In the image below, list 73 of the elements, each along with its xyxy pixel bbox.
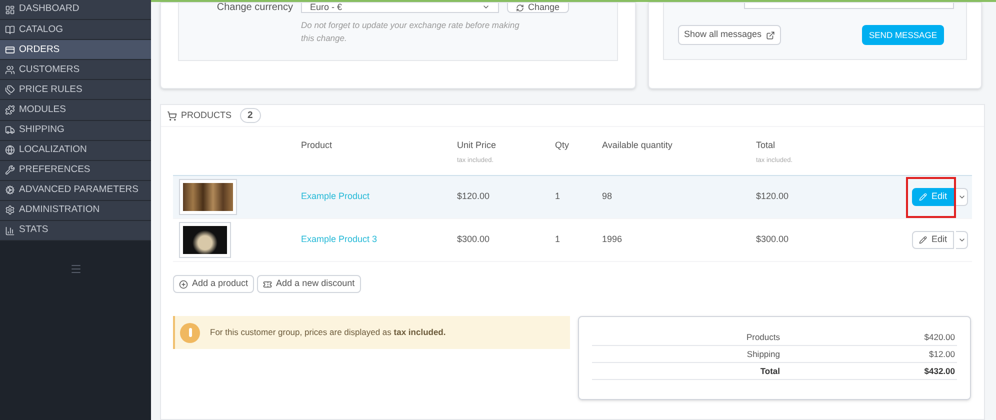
table-cell: $300.00 [756, 234, 789, 244]
column-header: Unit Price [457, 139, 496, 152]
table-cell: 1 [555, 234, 560, 244]
panel-title: PRODUCTS [181, 108, 232, 122]
table-cell: 1 [555, 191, 560, 202]
total-label: Products [745, 330, 780, 344]
total-label: Total [759, 364, 780, 378]
sidebar-item[interactable]: SHIPPING [0, 120, 151, 141]
pencil-icon [919, 193, 928, 201]
total-value: $432.00 [923, 364, 955, 378]
table-cell: $300.00 [457, 234, 490, 244]
hint-text: Do not forget to update your exchange rate before making this change. [301, 19, 520, 45]
message-field[interactable] [744, 3, 954, 9]
change-button[interactable]: Change [507, 3, 569, 13]
cog-icon [5, 185, 15, 196]
sidebar-item[interactable]: ORDERS [0, 40, 151, 60]
notice-text: For this customer group, prices are displayed as tax included. [210, 326, 446, 339]
column-header: Available quantity [602, 139, 672, 152]
ticket-icon [263, 280, 272, 288]
field-label: Change currency [216, 3, 293, 13]
pencil-icon [919, 236, 928, 244]
product-row[interactable]: Example Product $120.00 1 98 $120.00 Edit [173, 175, 972, 218]
puzzle-icon [5, 105, 15, 116]
sidebar-item[interactable]: CATALOG [0, 20, 151, 40]
settings-icon [5, 205, 15, 216]
truck-icon [5, 125, 15, 136]
count-badge: 2 [240, 108, 261, 123]
action-button[interactable]: Add a product [173, 275, 254, 293]
wrench-icon [5, 165, 15, 176]
menu-icon[interactable] [70, 263, 82, 276]
external-link-icon [766, 30, 775, 40]
table-cell: 1996 [602, 234, 622, 244]
column-header: Product [301, 139, 332, 152]
dashboard-icon [5, 4, 15, 15]
users-icon [5, 64, 15, 75]
column-header: Total [756, 139, 776, 152]
show-messages-button[interactable]: Show all messages [678, 25, 781, 45]
plus-circle-icon [179, 280, 188, 288]
currency-select[interactable]: Euro - € [301, 3, 499, 13]
sidebar-item[interactable]: ADVANCED PARAMETERS [0, 180, 151, 201]
bar-chart-icon [5, 226, 15, 236]
sidebar-item[interactable]: LOCALIZATION [0, 140, 151, 161]
sidebar-item[interactable]: CUSTOMERS [0, 60, 151, 80]
column-header: Qty [555, 139, 570, 152]
sidebar-item[interactable]: STATS [0, 221, 151, 242]
caret-icon [958, 236, 966, 244]
book-icon [5, 24, 15, 35]
total-value: $12.00 [928, 348, 955, 360]
cart-icon [167, 110, 177, 120]
photo-placeholder [179, 179, 237, 215]
sidebar-item[interactable]: MODULES [0, 100, 151, 121]
sidebar-item[interactable]: PREFERENCES [0, 160, 151, 181]
sidebar-item[interactable]: DASHBOARD [0, 0, 151, 20]
total-label: Shipping [746, 348, 780, 360]
globe-icon [5, 145, 15, 156]
caret-icon [958, 193, 966, 201]
caret-icon [482, 3, 490, 11]
sidebar-item[interactable]: PRICE RULES [0, 80, 151, 100]
refresh-icon [516, 4, 524, 12]
total-value: $420.00 [923, 330, 955, 344]
dropdown-toggle[interactable] [956, 231, 968, 249]
card-icon [5, 44, 15, 55]
action-button[interactable]: Add a new discount [257, 275, 361, 293]
edit-button[interactable]: Edit [912, 231, 954, 249]
dropdown-toggle[interactable] [956, 188, 968, 206]
product-row[interactable]: Example Product 3 $300.00 1 1996 $300.00 Edit [173, 218, 972, 261]
photo-placeholder [179, 222, 231, 258]
sidebar-item[interactable]: ADMINISTRATION [0, 200, 151, 222]
warning-icon [180, 322, 200, 342]
table-cell: $120.00 [457, 191, 490, 202]
tags-icon [5, 84, 15, 95]
table-cell: 98 [602, 191, 612, 202]
table-cell: $120.00 [756, 191, 789, 202]
